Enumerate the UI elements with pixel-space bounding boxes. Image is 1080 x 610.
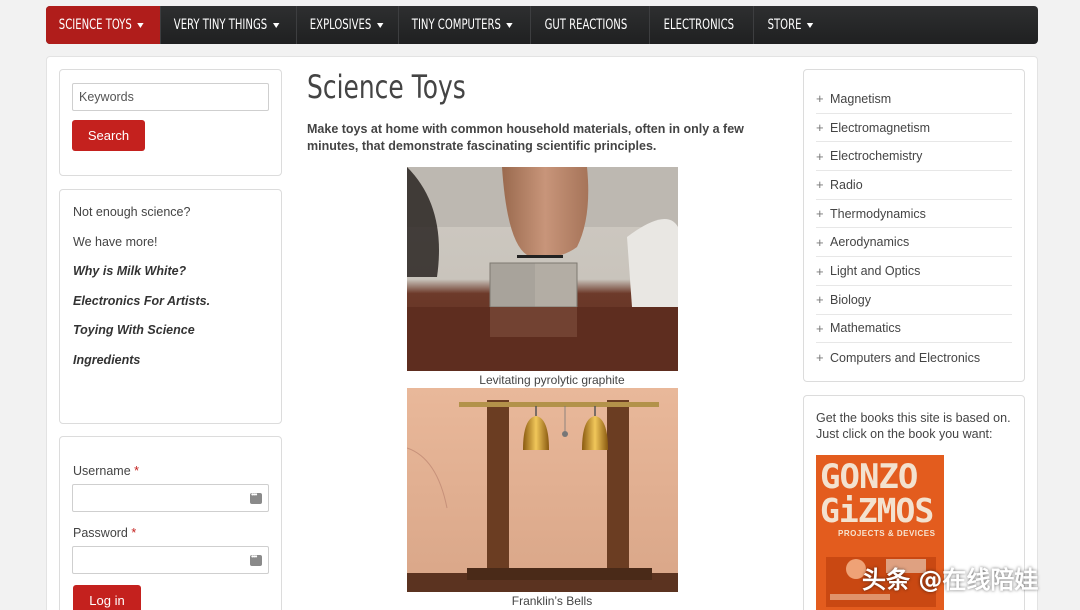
nav-explosives[interactable]: EXPLOSIVES [297,6,399,44]
category-computers-and-electronics[interactable]: + Computers and Electronics [816,343,1012,372]
search-input[interactable]: Keywords [72,83,269,111]
required-marker: * [131,526,137,540]
promo-box: Not enough science? We have more! Why is… [59,189,282,424]
book-title-line-2: GiZMOS [820,491,934,530]
nav-label: SCIENCE TOYS [58,17,132,33]
category-thermodynamics[interactable]: + Thermodynamics [816,200,1012,229]
watermark-text: 头条 @在线陪娃 [862,566,1039,594]
password-manager-icon[interactable] [250,552,262,566]
category-aerodynamics[interactable]: + Aerodynamics [816,229,1012,258]
password-field[interactable] [72,546,269,574]
chevron-down-icon [376,22,384,28]
categories-box: + Magnetism + Electromagnetism + Electroche… [803,69,1025,382]
books-text: Get the books this site is based on. Jus… [816,411,1011,441]
username-field[interactable] [72,484,269,512]
category-electrochemistry[interactable]: + Electrochemistry [816,142,1012,172]
plus-icon: + [816,320,824,336]
chevron-down-icon [506,22,513,28]
levitating-graphite-image [407,167,678,371]
franklins-bells-image [407,388,678,592]
plus-icon: + [816,120,824,136]
top-navbar: SCIENCE TOYS VERY TINY THINGS EXPLOSIVES… [46,6,1038,44]
photo-caption: Franklin’s Bells [511,594,593,608]
chevron-down-icon [807,22,814,28]
category-magnetism[interactable]: + Magnetism [816,85,1012,114]
nav-label: VERY TINY THINGS [173,17,268,33]
promo-line: Not enough science? [73,205,191,219]
book-subtitle: PROJECTS & DEVICES [838,529,936,538]
plus-icon: + [816,234,824,250]
nav-electronics[interactable]: ELECTRONICS [650,6,754,44]
search-box: Keywords Search [59,69,282,176]
nav-science-toys[interactable]: SCIENCE TOYS [46,6,161,44]
link-toying-with-science[interactable]: Toying With Science [73,323,195,337]
category-radio[interactable]: + Radio [816,171,1012,200]
chevron-down-icon [272,22,280,28]
plus-icon: + [816,91,824,107]
plus-icon: + [816,148,824,164]
required-marker: * [134,464,140,478]
plus-icon: + [816,177,824,193]
photo-caption: Levitating pyrolytic graphite [479,373,625,387]
plus-icon: + [816,206,824,222]
franklins-bells-photo[interactable] [407,388,678,592]
promo-line: We have more! [73,235,158,249]
nav-very-tiny-things[interactable]: VERY TINY THINGS [161,6,297,44]
nav-gut-reactions[interactable]: GUT REACTIONS [531,6,650,44]
chevron-down-icon [137,22,144,28]
category-electromagnetism[interactable]: + Electromagnetism [816,114,1012,143]
nav-tiny-computers[interactable]: TINY COMPUTERS [399,6,531,44]
nav-label: EXPLOSIVES [309,17,372,33]
login-button[interactable]: Log in [73,585,141,610]
levitating-graphite-photo[interactable] [407,167,678,371]
nav-label: TINY COMPUTERS [411,17,501,33]
nav-label: ELECTRONICS [663,17,735,33]
search-button[interactable]: Search [72,120,145,151]
link-ingredients[interactable]: Ingredients [73,353,140,367]
intro-text: Make toys at home with common household … [307,122,744,153]
page-title: Science Toys [307,68,466,106]
category-light-and-optics[interactable]: + Light and Optics [816,257,1012,286]
plus-icon: + [816,263,824,279]
category-biology[interactable]: + Biology [816,286,1012,315]
plus-icon: + [816,350,824,366]
link-electronics-for-artists[interactable]: Electronics For Artists. [73,294,210,308]
category-mathematics[interactable]: + Mathematics [816,315,1012,344]
nav-label: STORE [767,17,802,33]
password-label: Password * [73,526,137,540]
nav-label: GUT REACTIONS [544,17,628,33]
password-manager-icon[interactable] [250,490,262,504]
search-placeholder: Keywords [79,90,134,104]
plus-icon: + [816,292,824,308]
username-label: Username * [73,464,140,478]
nav-store[interactable]: STORE [754,6,829,44]
login-box: Username * Password * Log in [59,436,282,610]
link-why-milk-white[interactable]: Why is Milk White? [73,264,186,278]
